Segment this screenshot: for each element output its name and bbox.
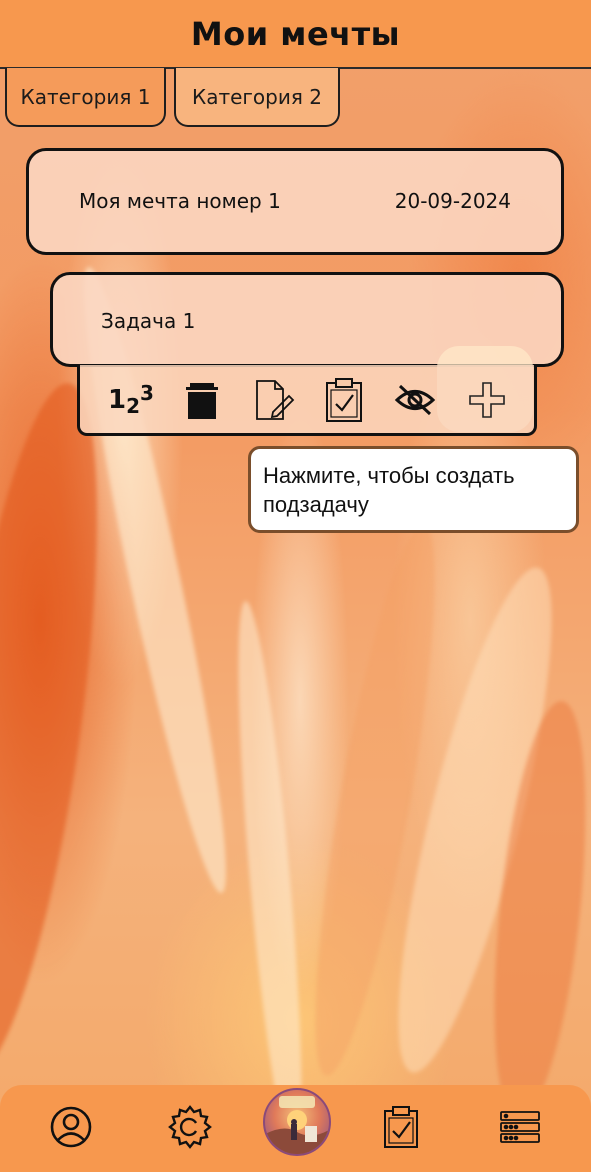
edit-document-icon — [256, 380, 295, 420]
complete-task-button[interactable] — [319, 375, 369, 425]
edit-task-button[interactable] — [248, 375, 298, 425]
add-subtask-button[interactable] — [462, 375, 512, 425]
app-logo-icon — [265, 1096, 329, 1154]
add-subtask-tooltip: Нажмите, чтобы создать подзадачу — [248, 446, 579, 533]
settings-icon — [168, 1105, 212, 1149]
task-title: Задача 1 — [101, 309, 196, 333]
plus-icon — [469, 382, 505, 418]
dream-title: Моя мечта номер 1 — [79, 189, 281, 213]
nav-profile[interactable] — [43, 1099, 99, 1155]
nav-list[interactable] — [492, 1099, 548, 1155]
dream-card[interactable]: Моя мечта номер 1 20-09-2024 — [26, 148, 564, 255]
nav-tasks[interactable] — [373, 1099, 429, 1155]
nav-settings[interactable] — [162, 1099, 218, 1155]
tooltip-text: Нажмите, чтобы создать подзадачу — [263, 463, 515, 517]
background-streak — [225, 599, 315, 1161]
tab-category-2[interactable]: Категория 2 — [174, 68, 340, 127]
tab-label: Категория 1 — [20, 84, 151, 109]
clipboard-check-icon — [384, 1106, 418, 1148]
list-menu-icon — [500, 1111, 540, 1143]
eye-hidden-icon — [394, 384, 436, 416]
hide-task-button[interactable] — [390, 375, 440, 425]
tab-label: Категория 2 — [192, 84, 322, 109]
tab-category-1[interactable]: Категория 1 — [5, 68, 166, 127]
numbering-icon: 123 — [108, 381, 154, 418]
numbering-button[interactable]: 123 — [106, 375, 156, 425]
page-title: Мои мечты — [190, 14, 401, 53]
task-toolbar: 123 — [77, 365, 537, 436]
dream-date: 20-09-2024 — [394, 189, 511, 213]
app-header: Мои мечты — [0, 0, 591, 69]
trash-icon — [186, 383, 218, 419]
delete-task-button[interactable] — [177, 375, 227, 425]
background-streak — [0, 375, 129, 1085]
profile-icon — [50, 1106, 92, 1148]
clipboard-check-icon — [326, 378, 362, 422]
nav-home-logo[interactable] — [263, 1088, 331, 1156]
